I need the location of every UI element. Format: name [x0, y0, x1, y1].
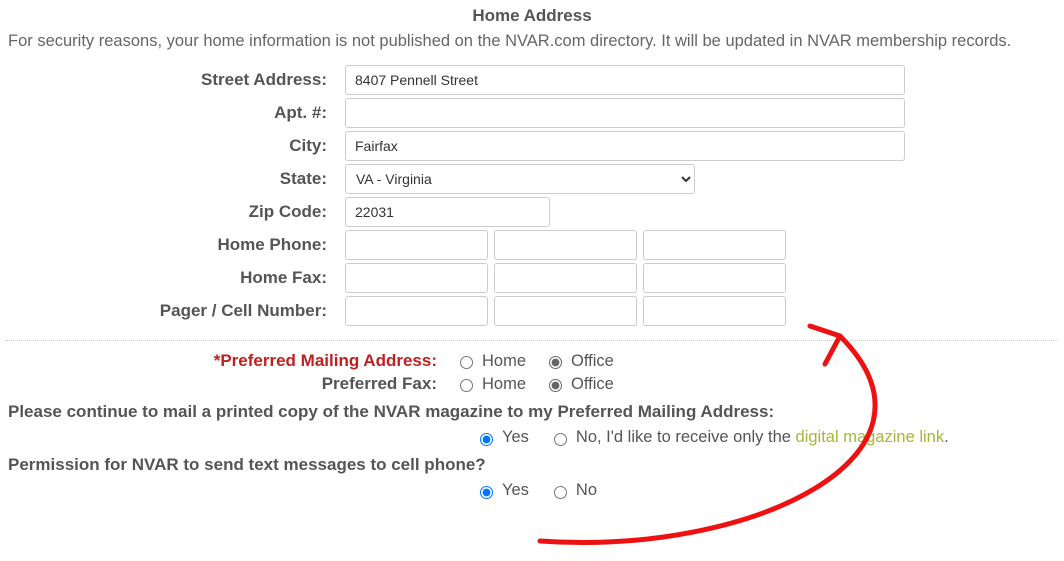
sms-yes[interactable]: Yes	[475, 481, 529, 500]
label-pager: Pager / Cell Number:	[0, 301, 345, 321]
pager-3[interactable]	[643, 296, 786, 326]
magazine-no-suffix: .	[944, 428, 949, 446]
section-divider	[6, 340, 1058, 341]
pref-fax-home[interactable]: Home	[455, 375, 526, 394]
sms-no[interactable]: No	[549, 481, 597, 500]
radio-label: Home	[482, 352, 526, 371]
pref-mailing-office-radio[interactable]	[549, 356, 562, 369]
digital-magazine-link[interactable]: digital magazine link	[796, 428, 945, 446]
home-fax-3[interactable]	[643, 263, 786, 293]
home-phone-1[interactable]	[345, 230, 488, 260]
home-fax-2[interactable]	[494, 263, 637, 293]
sms-question: Permission for NVAR to send text message…	[8, 455, 1064, 475]
magazine-no[interactable]: No, I'd like to receive only the digital…	[549, 428, 949, 447]
radio-label: Yes	[502, 481, 529, 500]
apt-input[interactable]	[345, 98, 905, 128]
pref-mailing-home-radio[interactable]	[460, 356, 473, 369]
label-state: State:	[0, 169, 345, 189]
home-phone-2[interactable]	[494, 230, 637, 260]
magazine-no-prefix: No, I'd like to receive only the	[576, 428, 796, 446]
label-pref-mailing: *Preferred Mailing Address:	[0, 351, 455, 371]
radio-label: Office	[571, 352, 614, 371]
city-input[interactable]	[345, 131, 905, 161]
pager-2[interactable]	[494, 296, 637, 326]
label-home-phone: Home Phone:	[0, 235, 345, 255]
pref-fax-office-radio[interactable]	[549, 379, 562, 392]
pref-mailing-home[interactable]: Home	[455, 352, 526, 371]
state-select[interactable]: VA - Virginia	[345, 164, 695, 194]
home-phone-3[interactable]	[643, 230, 786, 260]
zip-input[interactable]	[345, 197, 550, 227]
radio-label: No	[576, 481, 597, 500]
radio-label: Office	[571, 375, 614, 394]
label-zip: Zip Code:	[0, 202, 345, 222]
pager-1[interactable]	[345, 296, 488, 326]
label-city: City:	[0, 136, 345, 156]
magazine-no-radio[interactable]	[554, 433, 567, 446]
pref-fax-home-radio[interactable]	[460, 379, 473, 392]
radio-label: Yes	[502, 428, 529, 447]
magazine-yes-radio[interactable]	[480, 433, 493, 446]
label-apt: Apt. #:	[0, 103, 345, 123]
sms-yes-radio[interactable]	[480, 486, 493, 499]
radio-label: Home	[482, 375, 526, 394]
pref-fax-office[interactable]: Office	[544, 375, 614, 394]
section-title: Home Address	[0, 6, 1064, 26]
sms-no-radio[interactable]	[554, 486, 567, 499]
label-home-fax: Home Fax:	[0, 268, 345, 288]
magazine-question: Please continue to mail a printed copy o…	[8, 402, 1064, 422]
magazine-yes[interactable]: Yes	[475, 428, 529, 447]
security-note: For security reasons, your home informat…	[8, 32, 1056, 51]
radio-label: No, I'd like to receive only the digital…	[576, 428, 949, 447]
pref-mailing-office[interactable]: Office	[544, 352, 614, 371]
street-input[interactable]	[345, 65, 905, 95]
label-street: Street Address:	[0, 70, 345, 90]
label-pref-fax: Preferred Fax:	[0, 374, 455, 394]
home-fax-1[interactable]	[345, 263, 488, 293]
